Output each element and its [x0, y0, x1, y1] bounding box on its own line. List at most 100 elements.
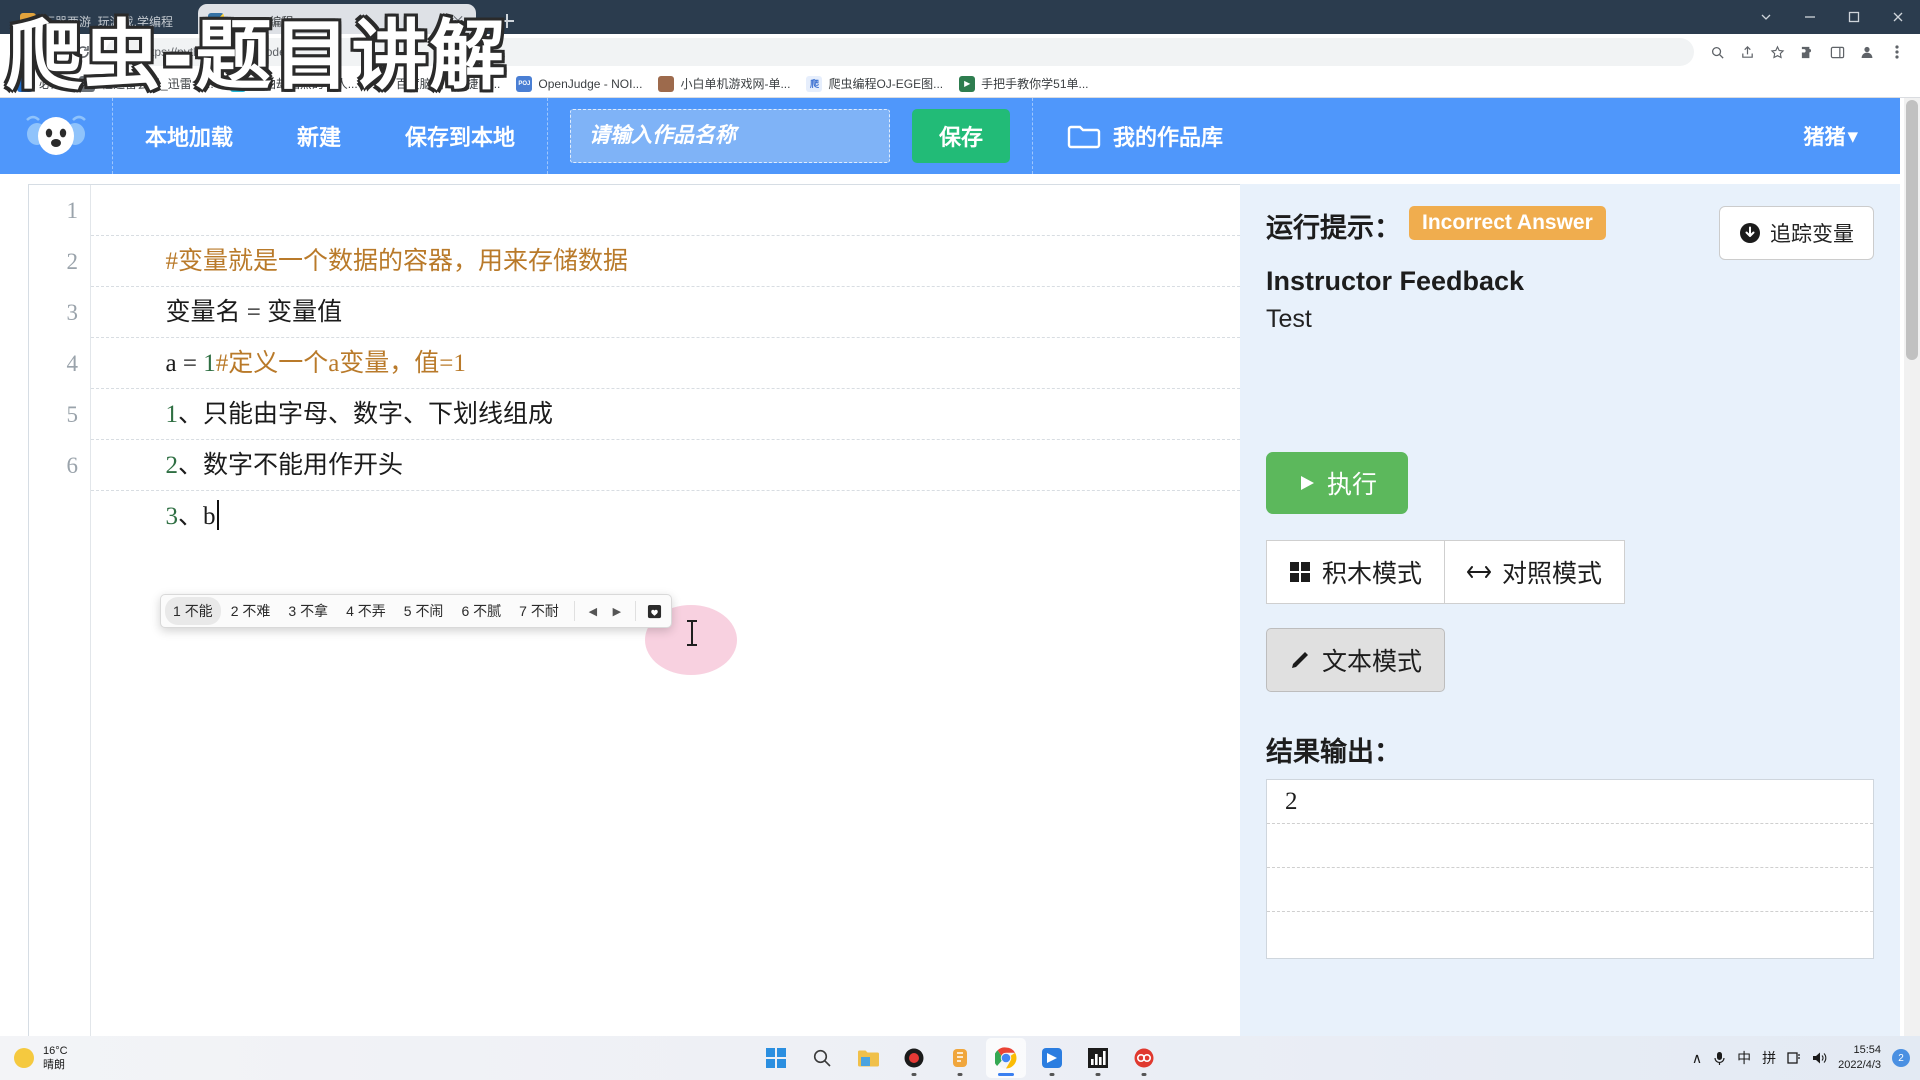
my-library-button[interactable]: 我的作品库 — [1033, 98, 1257, 174]
ime-lang-indicator[interactable]: 中 — [1737, 1048, 1751, 1068]
save-button[interactable]: 保存 — [912, 109, 1011, 163]
user-menu[interactable]: 猪猪 ▾ — [1803, 98, 1858, 174]
ime-logo-icon[interactable] — [643, 600, 667, 622]
maximize-icon[interactable] — [1832, 0, 1876, 34]
compare-mode-button[interactable]: 对照模式 — [1445, 540, 1626, 604]
text-mode-button[interactable]: 文本模式 — [1266, 628, 1446, 692]
bookmark-favicon-icon: ◉ — [373, 75, 390, 92]
minimize-icon[interactable] — [1788, 0, 1832, 34]
work-name-input[interactable] — [570, 109, 891, 163]
line-number: 4 — [66, 351, 79, 376]
tab-favicon-icon — [208, 13, 224, 29]
notification-badge[interactable]: 2 — [1892, 1049, 1910, 1067]
user-name: 猪猪 — [1803, 126, 1846, 149]
ime-next-page-icon[interactable]: ▶ — [606, 600, 628, 622]
extensions-icon[interactable] — [1792, 37, 1822, 67]
ime-candidate[interactable]: 7 不耐 — [511, 597, 567, 625]
file-explorer-icon[interactable] — [848, 1038, 888, 1078]
bookmark-item[interactable]: ▶ 手把手教你学51单... — [952, 72, 1095, 95]
tray-overflow-icon[interactable]: ∧ — [1692, 1050, 1702, 1067]
play-icon — [1300, 476, 1314, 490]
bookmarks-bar: b 必应 迅 租迅雷会员_迅雷会... B 黑怕却怕黑的个人... ◉ 百度脑图… — [0, 70, 1920, 98]
ime-mode-indicator[interactable]: 拼 — [1762, 1048, 1776, 1068]
chevron-down-icon: ▾ — [1847, 124, 1858, 148]
bookmark-item[interactable]: POJ OpenJudge - NOI... — [509, 73, 649, 95]
text-mode-label: 文本模式 — [1322, 648, 1423, 676]
address-bar[interactable]: https://python.ege.fun/code — [106, 38, 1694, 66]
video-editor-icon[interactable] — [1032, 1038, 1072, 1078]
weather-widget[interactable]: 16°C 晴朗 — [0, 1044, 68, 1073]
sidepanel-icon[interactable] — [1822, 37, 1852, 67]
bookmark-label: 爬虫编程OJ-EGE图... — [828, 77, 944, 91]
run-hint-label: 运行提示： — [1266, 213, 1401, 243]
block-mode-button[interactable]: 积木模式 — [1266, 540, 1446, 604]
bookmark-item[interactable]: 小白单机游戏网-单... — [651, 72, 797, 95]
ime-candidate-bar[interactable]: 1 不能 2 不难 3 不拿 4 不弄 5 不闹 6 不腻 7 不耐 ◀ ▶ — [160, 594, 672, 628]
volume-icon[interactable] — [1812, 1051, 1827, 1065]
close-window-icon[interactable] — [1876, 0, 1920, 34]
browser-tab-inactive[interactable]: 石器西游_玩游戏,学编程 — [10, 6, 200, 36]
ime-candidate[interactable]: 3 不拿 — [280, 597, 336, 625]
system-tray: ∧ 中 拼 15:54 2022/4/3 2 — [1692, 1043, 1910, 1073]
browser-toolbar: https://python.ege.fun/code — [0, 34, 1920, 70]
notes-icon[interactable] — [940, 1038, 980, 1078]
bookmark-item[interactable]: B 黑怕却怕黑的个人... — [223, 72, 365, 95]
code-line[interactable]: #变量就是一个数据的容器，用来存储数据 — [91, 185, 1240, 275]
ime-divider — [573, 601, 575, 621]
menu-icon[interactable] — [1882, 37, 1912, 67]
mic-icon[interactable] — [1713, 1051, 1726, 1066]
scrollbar-thumb[interactable] — [1906, 100, 1918, 360]
ime-candidate[interactable]: 4 不弄 — [338, 597, 394, 625]
page-scrollbar[interactable] — [1904, 98, 1920, 1038]
folder-icon — [1067, 125, 1101, 149]
back-icon[interactable] — [8, 37, 38, 67]
nav-new[interactable]: 新建 — [265, 98, 373, 174]
nav-load-local[interactable]: 本地加载 — [113, 98, 265, 174]
new-tab-button[interactable] — [494, 8, 520, 34]
ime-prev-page-icon[interactable]: ◀ — [582, 600, 604, 622]
ime-candidate[interactable]: 5 不闹 — [396, 597, 452, 625]
bookmark-star-icon[interactable] — [1762, 37, 1792, 67]
browser-tab-active[interactable]: Python编程 — [198, 4, 476, 38]
search-icon[interactable] — [802, 1038, 842, 1078]
chart-app-icon[interactable] — [1078, 1038, 1118, 1078]
nav-divider — [547, 98, 549, 174]
share-icon[interactable] — [1732, 37, 1762, 67]
clock[interactable]: 15:54 2022/4/3 — [1838, 1043, 1881, 1073]
start-button[interactable] — [756, 1038, 796, 1078]
bookmark-item[interactable]: 爬 爬虫编程OJ-EGE图... — [799, 72, 950, 95]
block-mode-label: 积木模式 — [1322, 560, 1423, 588]
nav-save-local[interactable]: 保存到本地 — [373, 98, 547, 174]
ime-candidate[interactable]: 6 不腻 — [453, 597, 509, 625]
minimize-to-tray-icon[interactable] — [1744, 0, 1788, 34]
line-number: 6 — [66, 453, 79, 478]
weather-text: 16°C 晴朗 — [43, 1044, 68, 1073]
reload-icon[interactable] — [68, 37, 98, 67]
feedback-title: Instructor Feedback — [1266, 266, 1525, 296]
bookmark-item[interactable]: ◉ 百度脑图 - 便捷的... — [367, 72, 508, 95]
bookmark-item[interactable]: b 必应 — [10, 72, 70, 95]
music-app-icon[interactable] — [1124, 1038, 1164, 1078]
trace-variables-button[interactable]: 追踪变量 — [1719, 206, 1874, 260]
tab-title: Python编程 — [232, 14, 294, 29]
zoom-icon[interactable] — [1702, 37, 1732, 67]
bookmark-label: OpenJudge - NOI... — [538, 76, 643, 91]
close-icon[interactable] — [450, 13, 466, 29]
profile-icon[interactable] — [1852, 37, 1882, 67]
output-line: 2 — [1267, 780, 1873, 824]
run-button[interactable]: 执行 — [1266, 452, 1408, 514]
code-token: a = — [165, 350, 204, 377]
ime-candidate[interactable]: 1 不能 — [165, 597, 221, 625]
bookmark-item[interactable]: 迅 租迅雷会员_迅雷会... — [72, 72, 221, 95]
mode-switch-group: 积木模式 对照模式 — [1266, 540, 1626, 604]
bookmark-label: 百度脑图 - 便捷的... — [395, 77, 501, 91]
koala-logo-icon[interactable] — [0, 98, 112, 174]
line-number: 2 — [66, 249, 79, 274]
app-content: 本地加载 新建 保存到本地 保存 我的作品库 猪猪 ▾ 1 2 3 — [0, 98, 1920, 1038]
forward-icon[interactable] — [38, 37, 68, 67]
chrome-icon[interactable] — [986, 1038, 1026, 1078]
trace-variables-label: 追踪变量 — [1770, 223, 1854, 246]
recorder-icon[interactable] — [894, 1038, 934, 1078]
ime-toolbox-icon[interactable] — [1787, 1051, 1801, 1065]
ime-candidate[interactable]: 2 不难 — [223, 597, 279, 625]
